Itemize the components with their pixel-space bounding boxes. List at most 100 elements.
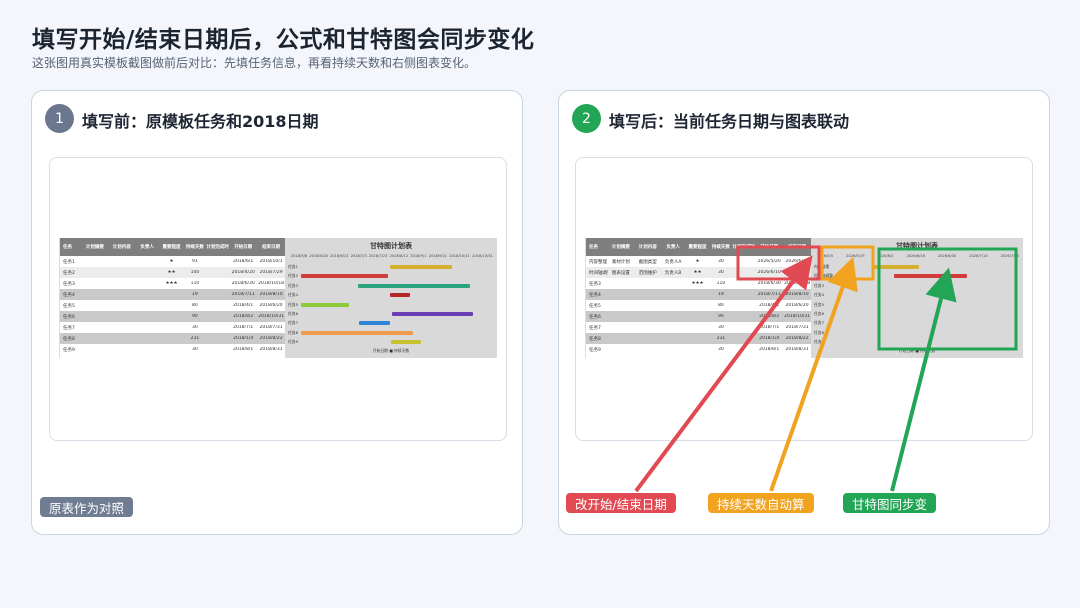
table-row: 时间轴调整图表设置范围维护负责人B★★30 2026/6/102026/7/10 xyxy=(586,267,811,278)
table-cell[interactable]: 任务7 xyxy=(60,325,82,331)
table-cell[interactable]: 30 xyxy=(710,347,731,352)
gantt-date-tick: 2026/5/19 xyxy=(846,254,865,258)
table-cell[interactable]: 任务5 xyxy=(586,303,608,309)
table-cell[interactable]: 2018/8/2 xyxy=(229,314,257,319)
table-cell[interactable]: 2018/1/4 xyxy=(229,336,257,341)
table-cell[interactable]: 80 xyxy=(710,303,731,308)
table-cell[interactable]: 30 xyxy=(710,325,731,330)
table-cell[interactable]: 负责人A xyxy=(662,259,685,265)
table-cell[interactable]: 内容整理 xyxy=(586,259,608,265)
table-cell[interactable]: ★ xyxy=(685,259,711,264)
table-cell[interactable]: 任务5 xyxy=(60,303,82,309)
table-cell[interactable]: 2018/7/11 xyxy=(755,292,783,297)
table-cell[interactable]: 任务3 xyxy=(60,281,82,287)
table-cell[interactable]: 80 xyxy=(184,303,205,308)
table-cell[interactable]: 2018/8/22 xyxy=(783,336,811,341)
table-cell[interactable]: ★★ xyxy=(685,270,711,275)
step-badge-1: 1 xyxy=(45,104,74,133)
table-cell[interactable]: 2018/8/1 xyxy=(755,347,783,352)
table-cell[interactable]: 任务9 xyxy=(60,347,82,353)
table-cell[interactable]: 2026/5/20 xyxy=(755,259,783,264)
table-cell[interactable]: 2026/6/19 xyxy=(783,259,811,264)
table-cell[interactable]: 2018/8/10 xyxy=(257,292,285,297)
table-cell[interactable]: 任务4 xyxy=(586,292,608,298)
table-cell[interactable]: 2026/7/10 xyxy=(783,270,811,275)
gantt-title: 甘特图计划表 xyxy=(370,241,412,250)
table-cell[interactable]: 19 xyxy=(710,292,731,297)
table-cell[interactable]: 2018/6/20 xyxy=(783,303,811,308)
table-cell[interactable]: 任务7 xyxy=(586,325,608,331)
table-cell[interactable]: 时间轴调整 xyxy=(586,270,608,276)
table-cell[interactable]: 30 xyxy=(710,259,731,264)
table-cell[interactable]: 任务2 xyxy=(60,270,82,276)
table-cell[interactable]: 2018/8/22 xyxy=(257,336,285,341)
table-cell[interactable]: 任务4 xyxy=(60,292,82,298)
table-cell[interactable]: 2018/6/1 xyxy=(229,259,257,264)
table-cell[interactable]: 任务6 xyxy=(60,314,82,320)
gantt-date-tick: 2026/6/2 xyxy=(877,254,894,258)
gantt-task-label: 任务2 xyxy=(288,273,299,279)
table-cell[interactable]: 任务8 xyxy=(60,336,82,342)
table-cell[interactable]: 19 xyxy=(184,292,205,297)
table-cell[interactable]: 2018/8/10 xyxy=(783,292,811,297)
gantt-date-tick: 2026/7/28 xyxy=(1000,254,1019,258)
table-header-row: 任务 计划摘要 计划内容 负责人 重要程度持续天数计划完成时间开始日期 结束日期 xyxy=(60,238,285,256)
table-cell[interactable]: 2026/6/10 xyxy=(755,270,783,275)
table-cell[interactable]: 2018/7/29 xyxy=(257,270,285,275)
table-cell[interactable]: 2018/4/1 xyxy=(755,303,783,308)
after-grid: 任务 计划摘要 计划内容 负责人 重要程度持续天数计划完成时间开始日期 结束日期内容整理素… xyxy=(585,238,811,358)
table-cell[interactable]: 2018/10/31 xyxy=(257,314,285,319)
table-row: 任务5 80 2018/4/1 2018/6/20 xyxy=(60,300,285,311)
table-cell[interactable]: 100 xyxy=(184,270,205,275)
table-cell[interactable]: 2018/7/1 xyxy=(755,325,783,330)
table-cell[interactable]: 2018/4/1 xyxy=(229,303,257,308)
table-cell[interactable]: 任务1 xyxy=(60,259,82,265)
table-cell[interactable]: 30 xyxy=(710,270,731,275)
table-cell[interactable]: 截图类型 xyxy=(634,259,662,265)
table-cell[interactable]: 2018/1/4 xyxy=(755,336,783,341)
table-cell[interactable]: 2018/6/20 xyxy=(257,303,285,308)
gantt-date-axis: 2026/5/5 2026/5/19 2026/6/2 2026/6/16 2026/6… xyxy=(817,254,1019,258)
table-cell[interactable]: 110 xyxy=(710,281,731,286)
table-row: 任务9 30 2018/8/1 2018/8/31 xyxy=(60,344,285,355)
table-cell[interactable]: 2018/8/2 xyxy=(755,314,783,319)
table-cell[interactable]: 231 xyxy=(184,336,205,341)
table-cell[interactable]: 任务9 xyxy=(586,347,608,353)
table-cell[interactable]: 2018/10/1 xyxy=(257,259,285,264)
table-cell[interactable]: 负责人B xyxy=(662,270,685,276)
table-cell[interactable]: ★ xyxy=(159,259,185,264)
table-cell[interactable]: 2018/6/30 xyxy=(229,281,257,286)
table-cell[interactable]: 2018/10/31 xyxy=(783,314,811,319)
table-cell[interactable]: 231 xyxy=(710,336,731,341)
table-cell[interactable]: 30 xyxy=(184,325,205,330)
table-cell[interactable]: 2018/10/18 xyxy=(257,281,285,286)
table-cell[interactable]: 2018/7/11 xyxy=(229,292,257,297)
table-cell[interactable]: ★★★ xyxy=(685,281,711,286)
column-header: 任务 xyxy=(589,245,598,250)
table-cell[interactable]: 110 xyxy=(184,281,205,286)
table-cell[interactable]: 2018/7/1 xyxy=(229,325,257,330)
table-cell[interactable]: 2018/8/1 xyxy=(229,347,257,352)
table-cell[interactable]: 范围维护 xyxy=(634,270,662,276)
table-cell[interactable]: ★★ xyxy=(159,270,185,275)
table-cell[interactable]: 任务6 xyxy=(586,314,608,320)
table-cell[interactable]: 90 xyxy=(184,314,205,319)
table-cell[interactable]: 2018/8/31 xyxy=(257,347,285,352)
table-cell[interactable]: 任务8 xyxy=(586,336,608,342)
table-cell[interactable]: 图表设置 xyxy=(608,270,634,276)
table-cell[interactable]: 30 xyxy=(184,347,205,352)
table-cell[interactable]: 2018/8/31 xyxy=(783,347,811,352)
table-cell[interactable]: 2018/6/30 xyxy=(755,281,783,286)
table-row: 任务7 30 2018/7/1 2018/7/31 xyxy=(586,322,811,333)
table-cell[interactable]: 素材计划 xyxy=(608,259,634,265)
table-cell[interactable]: 2018/4/20 xyxy=(229,270,257,275)
table-cell[interactable]: 2018/7/31 xyxy=(783,325,811,330)
table-cell[interactable]: ★★★ xyxy=(159,281,185,286)
table-cell[interactable]: 91 xyxy=(184,259,205,264)
table-cell[interactable]: 2018/10/18 xyxy=(783,281,811,286)
gantt-task-label: 任务3 xyxy=(288,282,299,288)
table-cell[interactable]: 任务3 xyxy=(586,281,608,287)
table-cell[interactable]: 90 xyxy=(710,314,731,319)
gantt-date-axis: 2018/5/8 2018/5/28 2018/6/13 2018/7/3 2018/7… xyxy=(291,254,493,258)
table-cell[interactable]: 2018/7/31 xyxy=(257,325,285,330)
